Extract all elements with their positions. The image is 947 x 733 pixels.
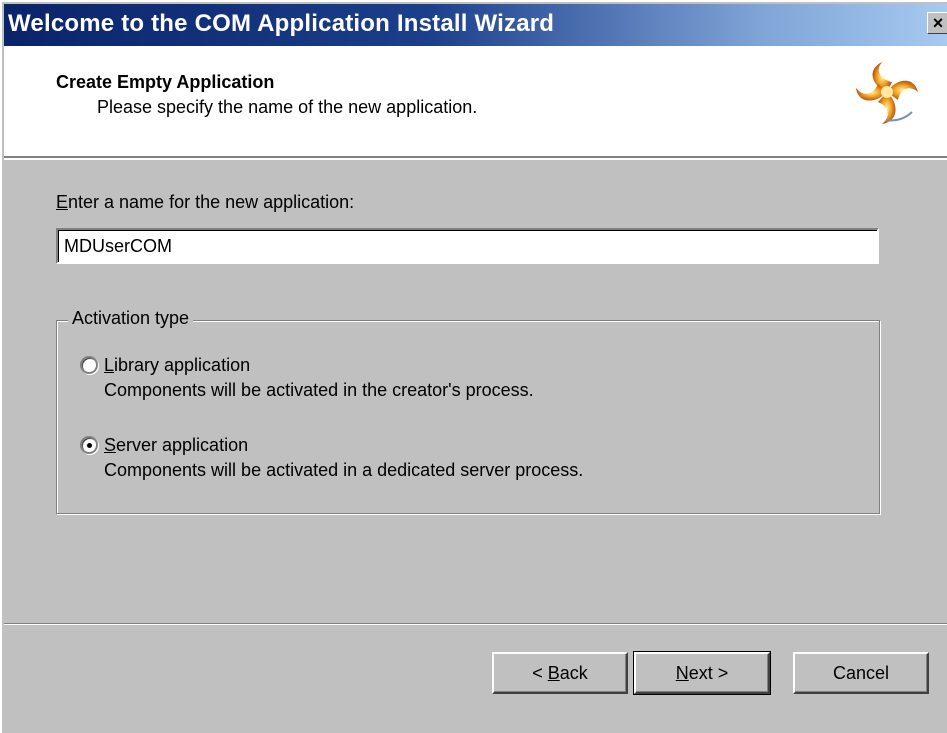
- cancel-button-label: Cancel: [832, 662, 890, 683]
- name-label-accel: E: [56, 192, 69, 212]
- wizard-spiral-logo-icon: [856, 62, 918, 124]
- name-field-label: Enter a name for the new application:: [56, 192, 354, 213]
- name-label-rest: nter a name for the new application:: [68, 192, 355, 212]
- server-application-description: Components will be activated in a dedica…: [104, 460, 584, 480]
- header-divider: [4, 158, 947, 160]
- next-button-accel: N: [675, 662, 689, 683]
- back-button-accel: B: [547, 662, 560, 683]
- footer-divider-highlight: [4, 624, 947, 625]
- server-application-label: Server application: [104, 435, 248, 456]
- library-label-accel: L: [104, 355, 115, 375]
- wizard-header: Create Empty Application Please specify …: [4, 46, 947, 158]
- next-button-rest: ext >: [688, 662, 729, 683]
- page-title: Create Empty Application: [56, 72, 275, 92]
- cancel-button[interactable]: Cancel: [793, 652, 929, 694]
- library-application-description: Components will be activated in the crea…: [104, 380, 534, 400]
- activation-type-legend: Activation type: [68, 308, 194, 329]
- close-button[interactable]: ×: [927, 12, 947, 34]
- library-application-radio[interactable]: [80, 356, 98, 374]
- back-button-prefix: <: [532, 662, 548, 683]
- window-title: Welcome to the COM Application Install W…: [8, 10, 555, 37]
- server-label-accel: S: [104, 435, 117, 455]
- server-label-rest: erver application: [116, 435, 249, 455]
- server-application-radio[interactable]: [80, 436, 98, 454]
- library-application-option[interactable]: Library application Components will be a…: [80, 352, 640, 406]
- close-icon: ×: [932, 13, 944, 33]
- wizard-window: Welcome to the COM Application Install W…: [0, 0, 947, 733]
- library-application-label: Library application: [104, 355, 250, 376]
- back-button[interactable]: < Back: [492, 652, 628, 694]
- next-button[interactable]: Next >: [633, 651, 771, 695]
- library-label-rest: ibrary application: [114, 355, 251, 375]
- application-name-input[interactable]: [56, 228, 879, 264]
- back-button-rest: ack: [559, 662, 588, 683]
- server-application-option[interactable]: Server application Components will be ac…: [80, 432, 680, 486]
- radio-selected-dot: [87, 443, 92, 448]
- page-subtitle: Please specify the name of the new appli…: [97, 97, 478, 117]
- title-bar[interactable]: Welcome to the COM Application Install W…: [4, 4, 947, 46]
